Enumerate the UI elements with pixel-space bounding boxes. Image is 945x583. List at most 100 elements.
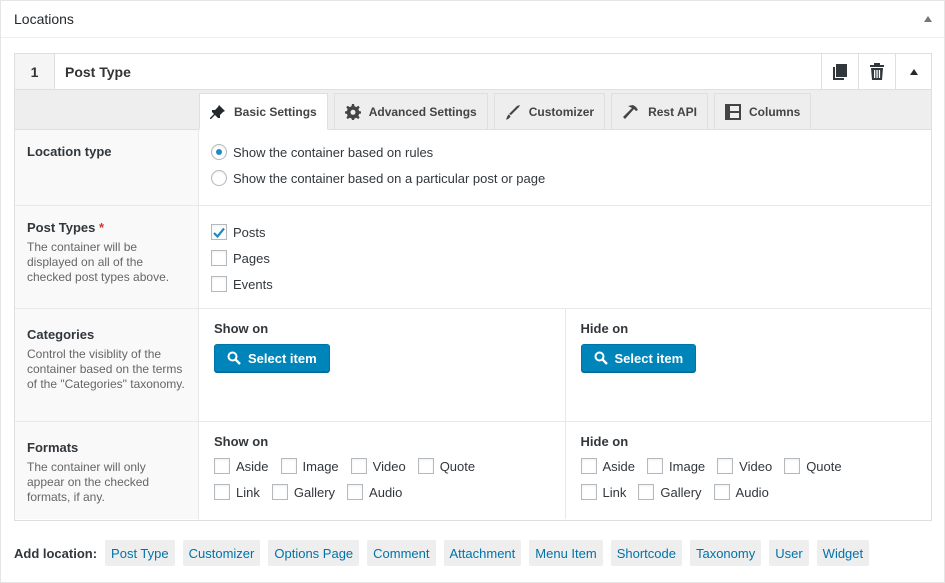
- option-label: Aside: [602, 458, 636, 474]
- categories-show-on: Show on Select item: [199, 309, 565, 421]
- checkbox[interactable]: [417, 458, 434, 474]
- add-comment-button[interactable]: Comment: [367, 540, 436, 566]
- checkbox-gallery[interactable]: Gallery: [638, 479, 702, 505]
- location-type-label-cell: Location type: [15, 130, 199, 205]
- checkbox[interactable]: [211, 250, 227, 266]
- locations-postbox: Locations 1 Post Type Basic Settings Adv…: [0, 0, 945, 583]
- checkbox-quote[interactable]: Quote: [417, 453, 476, 479]
- select-item-button[interactable]: Select item: [580, 344, 697, 372]
- option-label: Link: [602, 484, 627, 500]
- show-on-title: Show on: [214, 321, 269, 336]
- checkbox-audio[interactable]: Audio: [713, 479, 769, 505]
- radio-button[interactable]: [211, 170, 227, 186]
- checkbox-events[interactable]: Events: [211, 271, 919, 297]
- search-icon: [594, 351, 608, 365]
- label-text: Post Types: [27, 220, 96, 235]
- add-shortcode-button[interactable]: Shortcode: [610, 540, 682, 566]
- checkbox[interactable]: [214, 458, 230, 474]
- checkbox[interactable]: [580, 458, 597, 474]
- option-label: Image: [302, 458, 339, 474]
- location-type-row: Location type Show the container based o…: [15, 130, 931, 206]
- checkbox[interactable]: [784, 458, 801, 474]
- option-label: Posts: [233, 224, 266, 240]
- categories-label: Categories: [27, 327, 95, 342]
- add-user-button[interactable]: User: [769, 540, 809, 566]
- collapse-group-button[interactable]: [895, 54, 931, 89]
- option-label: Audio: [735, 484, 769, 500]
- option-label: Gallery: [293, 484, 336, 500]
- hammer-icon: [623, 104, 639, 119]
- tab-advanced-settings[interactable]: Advanced Settings: [333, 93, 488, 129]
- checkbox-link[interactable]: Link: [580, 479, 627, 505]
- checkbox[interactable]: [647, 458, 664, 474]
- checkbox[interactable]: [580, 484, 597, 500]
- checkbox[interactable]: [717, 458, 734, 474]
- gear-icon: [344, 103, 361, 120]
- radio-rules[interactable]: Show the container based on rules: [211, 139, 919, 165]
- tab-bar: Basic Settings Advanced Settings Customi…: [15, 90, 931, 130]
- radio-particular-post[interactable]: Show the container based on a particular…: [211, 165, 919, 191]
- add-options-page-button[interactable]: Options Page: [268, 540, 360, 566]
- tab-columns[interactable]: Columns: [713, 93, 812, 129]
- option-label: Quote: [439, 458, 476, 474]
- option-label: Aside: [236, 458, 269, 474]
- checkbox[interactable]: [347, 484, 364, 500]
- group-title[interactable]: Post Type: [55, 54, 821, 89]
- select-item-button[interactable]: Select item: [214, 344, 330, 372]
- checkbox-video[interactable]: Video: [717, 453, 772, 479]
- checkbox[interactable]: [280, 458, 297, 474]
- add-widget-button[interactable]: Widget: [816, 540, 870, 566]
- checkbox-image[interactable]: Image: [280, 453, 339, 479]
- checkbox[interactable]: [638, 484, 655, 500]
- option-label: Video: [372, 458, 406, 474]
- add-menu-item-button[interactable]: Menu Item: [529, 540, 603, 566]
- post-types-description: The container will be displayed on all o…: [27, 240, 170, 284]
- checkbox[interactable]: [350, 458, 367, 474]
- checkbox[interactable]: [271, 484, 288, 500]
- tab-rest-api[interactable]: Rest API: [611, 93, 708, 129]
- delete-button[interactable]: [858, 54, 895, 89]
- checkbox[interactable]: [713, 484, 730, 500]
- option-label: Audio: [369, 484, 403, 500]
- option-label: Quote: [806, 458, 842, 474]
- checkmark-icon: [213, 227, 225, 238]
- location-type-field: Show the container based on rules Show t…: [199, 130, 931, 205]
- add-attachment-button[interactable]: Attachment: [443, 540, 522, 566]
- radio-button[interactable]: [211, 144, 227, 160]
- checkbox-quote[interactable]: Quote: [784, 453, 842, 479]
- checkbox-audio[interactable]: Audio: [347, 479, 402, 505]
- search-icon: [227, 351, 241, 365]
- add-taxonomy-button[interactable]: Taxonomy: [689, 540, 762, 566]
- postbox-header[interactable]: Locations: [1, 1, 944, 38]
- postbox-collapse-icon[interactable]: [924, 16, 932, 22]
- checkbox-link[interactable]: Link: [214, 479, 260, 505]
- format-options: Aside Image Video Quote Link Gallery Aud…: [580, 453, 911, 505]
- checkbox[interactable]: [211, 224, 227, 240]
- formats-label-cell: Formats The container will only appear o…: [15, 422, 199, 519]
- tab-customizer[interactable]: Customizer: [493, 93, 606, 129]
- checkbox[interactable]: [214, 484, 230, 500]
- categories-description: Control the visiblity of the container b…: [27, 347, 185, 391]
- formats-label: Formats: [27, 440, 79, 455]
- checkbox-aside[interactable]: Aside: [580, 453, 636, 479]
- checkbox-image[interactable]: Image: [647, 453, 705, 479]
- add-customizer-button[interactable]: Customizer: [182, 540, 261, 566]
- tab-basic-settings[interactable]: Basic Settings: [199, 93, 328, 130]
- duplicate-button[interactable]: [821, 54, 858, 89]
- post-types-label-cell: Post Types * The container will be displ…: [15, 206, 199, 308]
- checkbox[interactable]: [211, 276, 227, 292]
- required-mark: *: [99, 220, 105, 235]
- checkbox-pages[interactable]: Pages: [211, 245, 919, 271]
- checkbox-gallery[interactable]: Gallery: [271, 479, 336, 505]
- option-label: Pages: [233, 250, 270, 266]
- post-types-field: Posts Pages Events: [199, 206, 931, 308]
- option-label: Video: [739, 458, 773, 474]
- add-post-type-button[interactable]: Post Type: [105, 540, 175, 566]
- checkbox-posts[interactable]: Posts: [211, 219, 919, 245]
- checkbox-video[interactable]: Video: [350, 453, 406, 479]
- postbox-title: Locations: [14, 11, 74, 27]
- collapse-icon: [909, 68, 918, 75]
- trash-icon: [870, 63, 884, 80]
- checkbox-aside[interactable]: Aside: [214, 453, 269, 479]
- columns-icon: [724, 103, 741, 120]
